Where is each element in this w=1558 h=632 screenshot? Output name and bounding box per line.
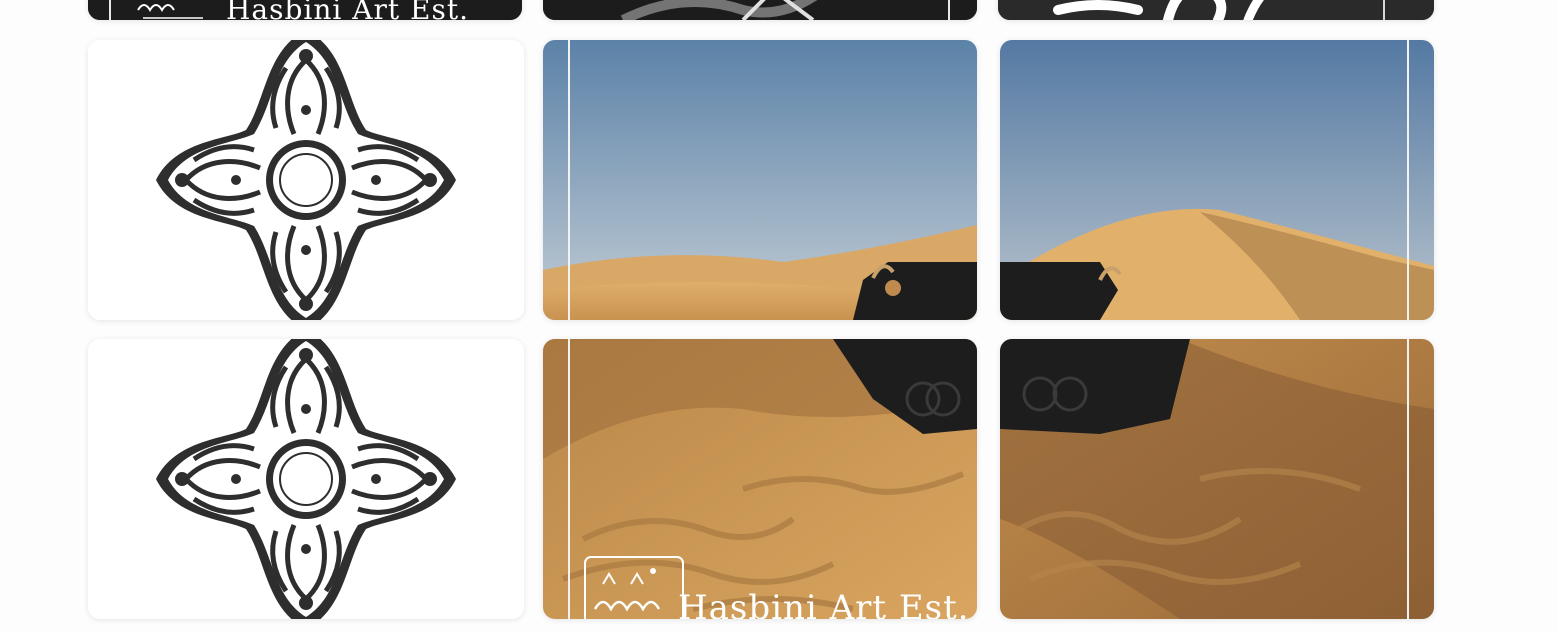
desert-photo-image (1000, 40, 1434, 320)
gallery-tile-mid-right[interactable] (1000, 40, 1434, 320)
gallery-tile-top-middle[interactable] (543, 0, 977, 20)
dark-artwork-image: Hasbini Art Est. (88, 0, 522, 20)
lantern-sculpture (1000, 339, 1190, 434)
desert-photo-image (543, 40, 977, 320)
watermark-text: Hasbini Art Est. (678, 588, 970, 619)
watermark-text: Hasbini Art Est. (226, 0, 469, 20)
arabesque-pattern-image (88, 339, 524, 619)
gallery-tile-bottom-middle[interactable]: Hasbini Art Est. (543, 339, 977, 619)
gallery-tile-bottom-right[interactable] (1000, 339, 1434, 619)
desert-photo-image (1000, 339, 1434, 619)
gallery-tile-mid-middle[interactable] (543, 40, 977, 320)
image-gallery-grid: Hasbini Art Est. Hasbini Art Est. (0, 0, 1558, 632)
gallery-tile-top-left[interactable]: Hasbini Art Est. (88, 0, 522, 20)
arabesque-pattern-image (88, 40, 524, 320)
gallery-tile-bottom-left[interactable] (88, 339, 524, 619)
gallery-tile-top-right[interactable] (998, 0, 1434, 20)
lantern-sculpture (1000, 262, 1122, 320)
desert-photo-image: Hasbini Art Est. (543, 339, 977, 619)
dark-artwork-image (543, 0, 977, 20)
dark-calligraphy-image (998, 0, 1434, 20)
gallery-tile-mid-left[interactable] (88, 40, 524, 320)
